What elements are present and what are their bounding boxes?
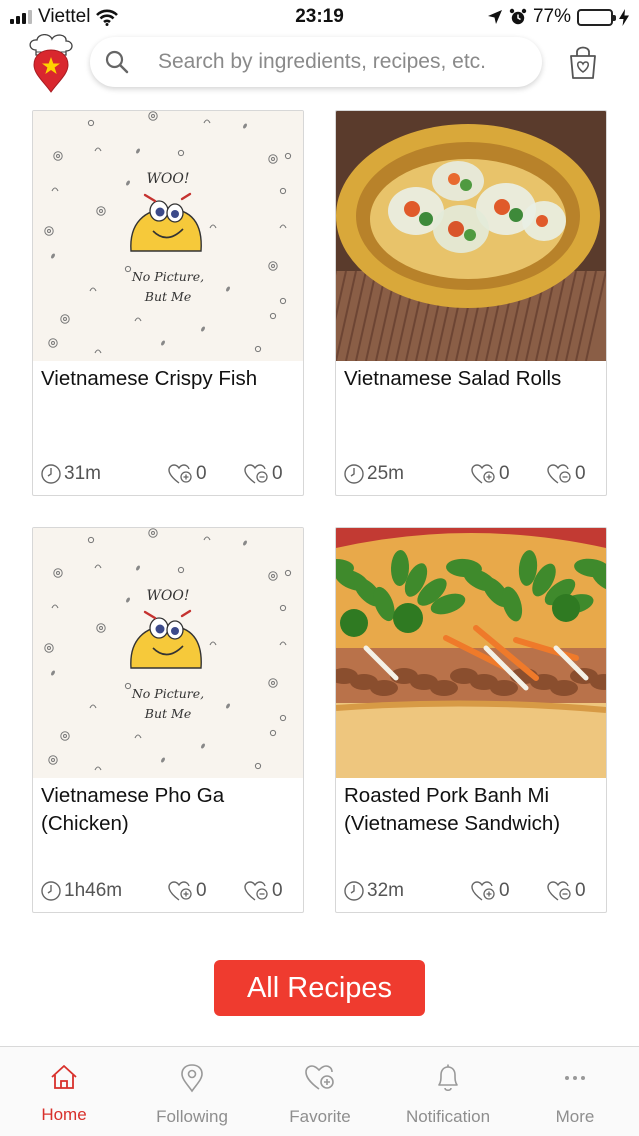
- bell-icon: [438, 1064, 458, 1092]
- tab-home[interactable]: Home: [0, 1063, 128, 1125]
- cook-time-value: 32m: [367, 880, 404, 901]
- tab-label: Following: [156, 1107, 228, 1126]
- woo-text: WOO!: [147, 171, 190, 187]
- all-recipes-button[interactable]: All Recipes: [214, 960, 425, 1016]
- recipe-stats: 32m 0 0: [336, 876, 606, 906]
- shopping-bag-icon[interactable]: [566, 44, 600, 80]
- cook-time-value: 25m: [367, 463, 404, 484]
- clock-icon: [41, 464, 61, 484]
- recipe-card[interactable]: Vietnamese Salad Rolls 25m 0 0: [335, 110, 607, 496]
- recipe-title[interactable]: Vietnamese Salad Rolls: [344, 365, 599, 393]
- heart-plus-icon: [168, 464, 192, 484]
- heart-plus-icon: [471, 881, 495, 901]
- no-picture-illustration: WOO! No Picture, But Me: [33, 111, 303, 361]
- no-picture-text: No Picture,: [131, 269, 204, 284]
- recipe-stats: 1h46m 0 0: [33, 876, 303, 906]
- search-input[interactable]: [158, 50, 528, 74]
- tab-label: Favorite: [289, 1107, 351, 1126]
- no-picture-illustration: WOO! No Picture, But Me: [33, 528, 303, 778]
- cook-time: 31m: [40, 459, 101, 489]
- heart-plus-icon: [471, 464, 495, 484]
- tab-favorite[interactable]: Favorite: [256, 1063, 384, 1127]
- like-count[interactable]: 0: [168, 876, 207, 906]
- search-icon: [105, 50, 129, 74]
- like-count-value: 0: [499, 880, 510, 901]
- app-logo[interactable]: [22, 34, 80, 94]
- heart-plus-icon: [168, 881, 192, 901]
- but-me-text: But Me: [144, 706, 191, 721]
- heart-comment-icon: [547, 881, 571, 901]
- comment-count-value: 0: [272, 880, 283, 901]
- tab-label: Home: [41, 1105, 87, 1124]
- like-count-value: 0: [196, 463, 207, 484]
- tab-more[interactable]: More: [511, 1063, 639, 1127]
- comment-count[interactable]: 0: [547, 459, 586, 489]
- home-icon: [51, 1065, 77, 1089]
- recipe-title[interactable]: Vietnamese Pho Ga (Chicken): [41, 782, 296, 838]
- header: [0, 34, 639, 94]
- battery-percent: 77%: [532, 6, 571, 27]
- recipe-title[interactable]: Roasted Pork Banh Mi (Vietnamese Sandwic…: [344, 782, 599, 838]
- battery-icon: [577, 8, 616, 26]
- search-bar[interactable]: [90, 37, 542, 87]
- cook-time: 1h46m: [40, 876, 122, 906]
- woo-text: WOO!: [147, 588, 190, 604]
- comment-count[interactable]: 0: [547, 876, 586, 906]
- bottom-tab-bar: Home Following Favorite Notification Mor…: [0, 1046, 639, 1136]
- comment-count-value: 0: [575, 463, 586, 484]
- cook-time: 32m: [343, 876, 404, 906]
- comment-count[interactable]: 0: [244, 876, 283, 906]
- location-arrow-icon: [487, 10, 502, 24]
- recipe-photo[interactable]: [336, 528, 606, 778]
- cook-time-value: 31m: [64, 463, 101, 484]
- like-count[interactable]: 0: [471, 459, 510, 489]
- comment-count[interactable]: 0: [244, 459, 283, 489]
- clock-icon: [344, 881, 364, 901]
- tab-notification[interactable]: Notification: [384, 1063, 512, 1127]
- clock-icon: [41, 881, 61, 901]
- cook-time-value: 1h46m: [64, 880, 123, 901]
- tab-label: More: [555, 1107, 595, 1126]
- clock-icon: [344, 464, 364, 484]
- salad-rolls-photo: [336, 111, 606, 361]
- recipe-photo[interactable]: WOO! No Picture, But Me: [33, 528, 303, 778]
- recipe-title[interactable]: Vietnamese Crispy Fish: [41, 365, 296, 393]
- recipe-stats: 25m 0 0: [336, 459, 606, 489]
- cook-time: 25m: [343, 459, 404, 489]
- recipe-card[interactable]: Roasted Pork Banh Mi (Vietnamese Sandwic…: [335, 527, 607, 913]
- heart-comment-icon: [547, 464, 571, 484]
- like-count-value: 0: [196, 880, 207, 901]
- charging-icon: [619, 8, 629, 26]
- recipe-card[interactable]: WOO! No Picture, But Me Vietnamese Crispy F…: [32, 110, 304, 496]
- comment-count-value: 0: [272, 463, 283, 484]
- no-picture-text: No Picture,: [131, 686, 204, 701]
- tab-following[interactable]: Following: [128, 1063, 256, 1127]
- banh-mi-photo: [336, 528, 606, 778]
- heart-comment-icon: [244, 881, 268, 901]
- comment-count-value: 0: [575, 880, 586, 901]
- location-pin-icon: [181, 1064, 203, 1093]
- heart-plus-icon: [305, 1065, 334, 1090]
- status-right: 77%: [487, 6, 629, 28]
- recipe-photo[interactable]: [336, 111, 606, 361]
- but-me-text: But Me: [144, 289, 191, 304]
- recipe-photo[interactable]: WOO! No Picture, But Me: [33, 111, 303, 361]
- recipe-stats: 31m 0 0: [33, 459, 303, 489]
- tab-label: Notification: [405, 1107, 491, 1126]
- like-count-value: 0: [499, 463, 510, 484]
- more-dots-icon: [565, 1076, 585, 1080]
- like-count[interactable]: 0: [168, 459, 207, 489]
- like-count[interactable]: 0: [471, 876, 510, 906]
- recipe-card[interactable]: WOO! No Picture, But Me Vietnamese Pho Ga (…: [32, 527, 304, 913]
- heart-comment-icon: [244, 464, 268, 484]
- alarm-icon: [509, 8, 527, 25]
- status-bar: Viettel 23:19 77%: [0, 0, 639, 34]
